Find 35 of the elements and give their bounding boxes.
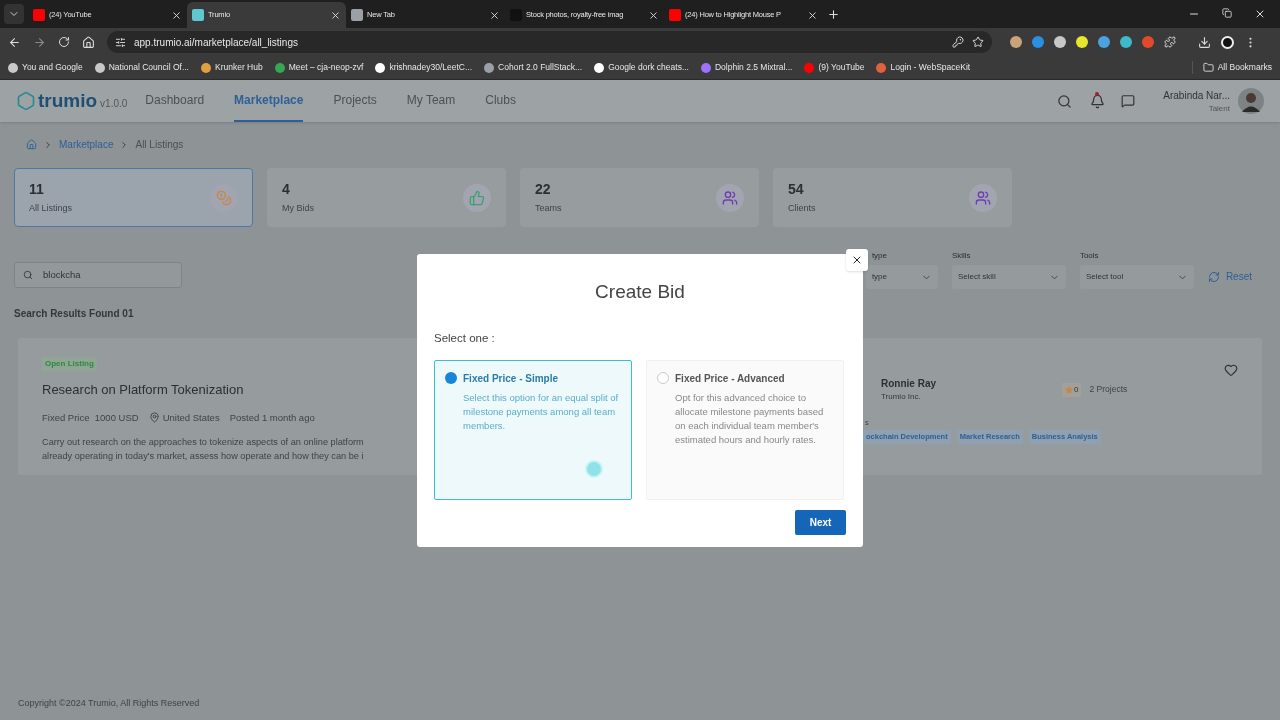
option-description: Select this option for an equal split of milestone payments among all team members. (463, 390, 620, 433)
stat-label: My Bids (282, 202, 315, 216)
listing-title: Research on Platform Tokenization (42, 381, 245, 399)
logo-text: trumio (38, 88, 98, 113)
status-badge: Open Listing (42, 357, 97, 371)
dialog-title: Create Bid (594, 280, 686, 304)
url-text: app.trumio.ai/marketplace/all_listings (134, 35, 299, 50)
stat-value: 22 (535, 180, 552, 200)
results-heading: Search Results Found 01 (14, 307, 135, 321)
stat-label: Clients (788, 202, 817, 216)
company-name: Trumio Inc. (881, 391, 922, 403)
prompt-text: Select one : (434, 330, 496, 346)
option-description: Opt for this advanced choice to allocate milestone payments based on each individual team member's estimated hours and hourly rates. (675, 390, 825, 447)
rating-badge: 0 (1062, 382, 1082, 397)
posted-text: Posted 1 month ago (229, 410, 315, 425)
location-text: United States (162, 410, 220, 425)
option-title: Fixed Price - Advanced (675, 371, 786, 386)
description-line: Carry out research on the approaches to tokenize aspects of an online platform (42, 435, 365, 449)
stat-value: 4 (282, 180, 291, 200)
footer-text: Copyright ©2024 Trumio, All Rights Reserved (18, 696, 201, 710)
option-title: Fixed Price - Simple (463, 371, 560, 386)
user-name: Arabinda Nar... (1163, 88, 1230, 103)
filter-label: Skills (951, 250, 972, 262)
stat-label: Teams (535, 202, 563, 216)
version-text: v1.0.0 (100, 96, 128, 111)
user-role: Talent (1208, 102, 1230, 115)
price-text: Fixed Price 1000 USD (42, 410, 139, 425)
stat-label: All Listings (29, 202, 74, 216)
description-line: already operating in today's market, assess how operate and how they can be i (42, 449, 365, 463)
stat-value: 54 (788, 180, 805, 200)
stat-value: 11 (29, 180, 45, 200)
client-name: Ronnie Ray (881, 377, 936, 391)
filter-label: type (870, 250, 888, 262)
filter-label: Tools (1079, 250, 1100, 262)
projects-count: 2 Projects (1089, 383, 1128, 396)
